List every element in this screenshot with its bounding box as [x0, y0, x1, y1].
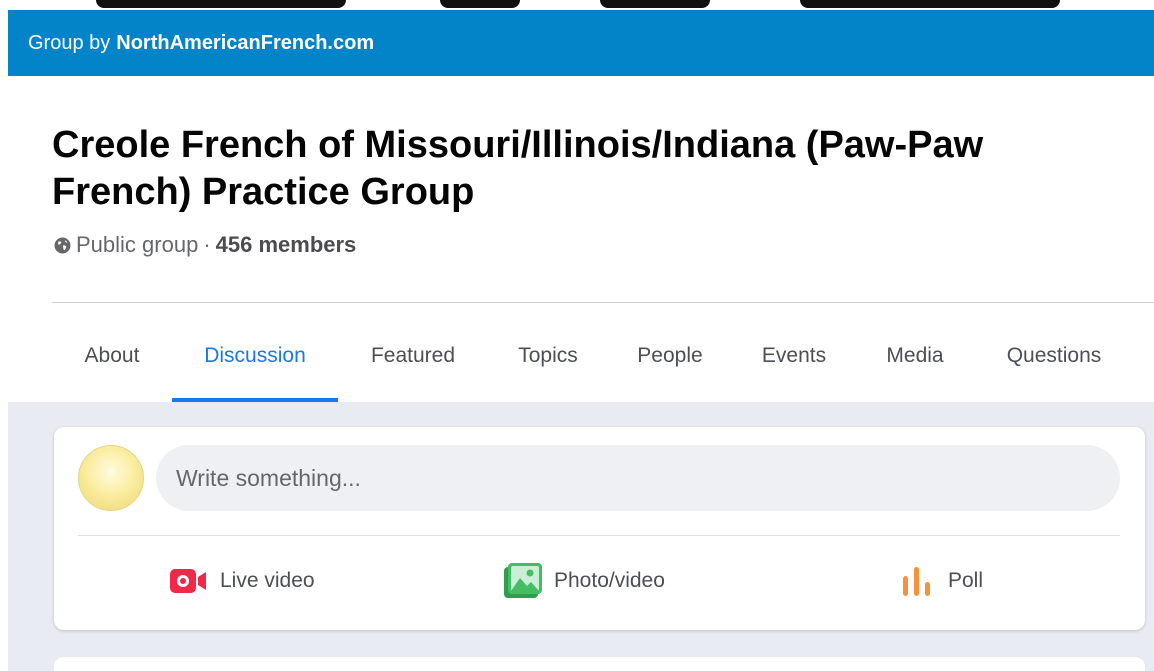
poll-button[interactable]: Poll	[900, 553, 983, 609]
tab-questions[interactable]: Questions	[974, 310, 1134, 402]
live-video-label: Live video	[220, 569, 315, 592]
cover-photo-edge	[0, 0, 1154, 10]
live-video-icon	[170, 569, 206, 593]
photo-video-button[interactable]: Photo/video	[504, 553, 665, 609]
group-banner[interactable]: Group by NorthAmericanFrench.com	[8, 10, 1154, 76]
next-feed-card	[54, 657, 1145, 671]
write-something-input[interactable]: Write something...	[156, 445, 1120, 511]
tab-topics[interactable]: Topics	[488, 310, 608, 402]
tab-featured[interactable]: Featured	[338, 310, 488, 402]
member-count[interactable]: 456 members	[216, 232, 357, 258]
composer-actions: Live video Photo/video Poll	[54, 553, 1145, 609]
header-divider	[52, 302, 1154, 303]
composer-divider	[78, 535, 1120, 536]
group-meta: Public group · 456 members	[54, 232, 356, 258]
live-video-button[interactable]: Live video	[170, 553, 315, 609]
tab-events[interactable]: Events	[732, 310, 856, 402]
tab-media[interactable]: Media	[856, 310, 974, 402]
tab-discussion[interactable]: Discussion	[172, 310, 338, 402]
post-composer: Write something... Live video Photo/vide…	[54, 427, 1145, 630]
group-tabs: About Discussion Featured Topics People …	[52, 310, 1134, 402]
tab-people[interactable]: People	[608, 310, 732, 402]
banner-site-link[interactable]: NorthAmericanFrench.com	[116, 32, 374, 55]
privacy-label: Public group	[76, 232, 199, 257]
meta-separator: ·	[203, 232, 211, 257]
globe-icon	[54, 237, 71, 253]
group-title[interactable]: Creole French of Missouri/Illinois/India…	[52, 122, 1052, 216]
composer-placeholder: Write something...	[176, 464, 361, 491]
photo-video-icon	[504, 563, 542, 598]
poll-label: Poll	[948, 569, 984, 592]
tab-about[interactable]: About	[52, 310, 172, 402]
poll-icon	[903, 567, 930, 596]
banner-prefix: Group by	[28, 31, 111, 54]
photo-video-label: Photo/video	[554, 569, 665, 592]
avatar[interactable]	[78, 445, 144, 511]
